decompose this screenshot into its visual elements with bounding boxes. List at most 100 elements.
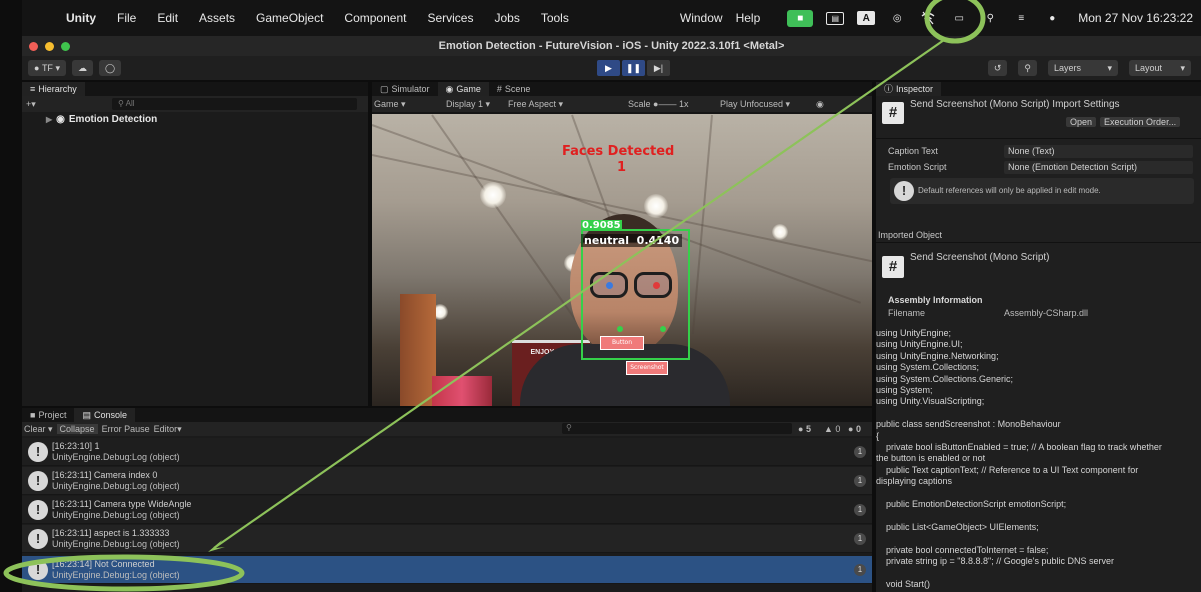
console-log-row[interactable]: ! [16:23:10] 1 UnityEngine.Debug:Log (ob…	[22, 438, 872, 466]
screenshot-button[interactable]: Screenshot	[626, 361, 668, 375]
log-count-badge: 1	[854, 504, 866, 516]
faces-detected-label: Faces Detected	[562, 144, 675, 159]
caption-text-field[interactable]: Caption Text None (Text)	[888, 144, 1193, 158]
tab-console[interactable]: ▤ Console	[74, 408, 135, 422]
bluetooth-icon[interactable]: ◎	[888, 10, 906, 27]
menu-services[interactable]: Services	[427, 11, 473, 25]
clear-button[interactable]: Clear ▾	[24, 424, 53, 435]
tab-game[interactable]: ◉ Game	[437, 82, 489, 96]
menu-assets[interactable]: Assets	[199, 11, 235, 25]
error-pause-toggle[interactable]: Error Pause	[102, 424, 150, 434]
play-controls: ▶ ❚❚ ▶|	[597, 60, 670, 76]
console-log-row[interactable]: ! [16:23:11] Camera type WideAngle Unity…	[22, 496, 872, 524]
mute-audio-icon[interactable]: ◉	[816, 99, 824, 110]
spotlight-search-icon[interactable]: ⚲	[981, 10, 999, 27]
control-center-icon[interactable]: ≡	[1012, 10, 1030, 27]
hierarchy-item-emotion-detection[interactable]: ▶ ◉ Emotion Detection	[46, 112, 157, 126]
search-icon: ⚲	[566, 423, 572, 432]
assembly-info-heading: Assembly Information	[888, 295, 983, 305]
add-object-button[interactable]: +▾	[26, 99, 36, 110]
open-button[interactable]: Open	[1066, 117, 1097, 127]
battery-icon[interactable]: ▭	[950, 10, 968, 27]
collab-icon[interactable]: ◯	[98, 60, 122, 76]
layout-dropdown[interactable]: Layout ▾	[1129, 60, 1191, 76]
console-log-row-selected[interactable]: ! [16:23:14] Not Connected UnityEngine.D…	[22, 556, 872, 584]
tab-project[interactable]: ■ Project	[22, 408, 74, 422]
ceiling-lamp	[772, 224, 788, 240]
menu-clock[interactable]: Mon 27 Nov 16:23:22	[1078, 11, 1193, 25]
console-log-row[interactable]: ! [16:23:11] aspect is 1.333333 UnityEng…	[22, 525, 872, 553]
console-panel: ■ Project ▤ Console Clear ▾ Collapse Error…	[22, 408, 872, 592]
input-source-icon[interactable]: A	[857, 11, 876, 25]
info-icon: !	[28, 471, 48, 491]
layers-dropdown[interactable]: Layers ▾	[1048, 60, 1118, 76]
play-button[interactable]: ▶	[597, 60, 620, 76]
menu-file[interactable]: File	[117, 11, 136, 25]
account-icon: ●	[34, 63, 42, 73]
camera-feed: ENJOY OUR Faces Detected 1 0.9085 neutra…	[372, 114, 872, 406]
tab-scene[interactable]: # Scene	[489, 82, 539, 96]
account-dropdown[interactable]: ● TF ▾	[28, 60, 66, 76]
menu-unity[interactable]: Unity	[66, 11, 96, 25]
menu-jobs[interactable]: Jobs	[494, 11, 519, 25]
editor-dropdown[interactable]: Editor▾	[154, 424, 182, 435]
tab-inspector[interactable]: ⓘ Inspector	[876, 82, 942, 96]
wifi-disconnected-icon[interactable]	[919, 10, 937, 27]
filename-value: Assembly-CSharp.dll	[1004, 308, 1089, 318]
menu-help[interactable]: Help	[736, 11, 761, 25]
folder-icon: ■	[30, 410, 36, 420]
search-icon[interactable]: ⚲	[1018, 60, 1037, 76]
menu-component[interactable]: Component	[344, 11, 406, 25]
warning-count-toggle[interactable]: ▲ 0	[824, 424, 840, 434]
menu-gameobject[interactable]: GameObject	[256, 11, 323, 25]
filename-label: Filename	[888, 308, 926, 318]
unity-toolbar: ● TF ▾ ☁ ◯ ▶ ❚❚ ▶| ↺ ⚲ Layers ▾ Layout ▾	[22, 56, 1201, 80]
script-file-icon: #	[882, 256, 904, 278]
camera-status-icon[interactable]: ■	[787, 9, 814, 27]
divider	[876, 138, 1201, 139]
inspector-header: Send Screenshot (Mono Script) Import Set…	[910, 99, 1120, 110]
info-icon: ⓘ	[884, 84, 894, 94]
eye-landmark	[653, 282, 660, 289]
simulator-icon: ▢	[380, 84, 389, 94]
script-file-icon: #	[882, 102, 904, 124]
tab-simulator[interactable]: ▢ Simulator	[372, 82, 438, 96]
imported-script-title: Send Screenshot (Mono Script)	[910, 252, 1050, 263]
divider	[876, 242, 1201, 243]
window-title: Emotion Detection - FutureVision - iOS -…	[438, 40, 785, 52]
display-mode-dropdown[interactable]: Game ▾	[374, 99, 446, 110]
play-mode-dropdown[interactable]: Play Unfocused ▾	[720, 99, 816, 110]
console-search-input[interactable]: ⚲	[562, 423, 792, 434]
tab-hierarchy[interactable]: ≡ Hierarchy	[22, 82, 85, 96]
info-icon: !	[28, 500, 48, 520]
help-box: ! Default references will only be applie…	[890, 178, 1194, 204]
face-score-label: 0.9085	[581, 220, 622, 231]
display-dropdown[interactable]: Display 1 ▾	[446, 99, 508, 110]
pause-button[interactable]: ❚❚	[622, 60, 645, 76]
step-button[interactable]: ▶|	[647, 60, 670, 76]
hierarchy-search-input[interactable]: ⚲ All	[112, 98, 357, 110]
expand-arrow-icon[interactable]: ▶	[46, 115, 52, 124]
emotion-script-field[interactable]: Emotion Script None (Emotion Detection S…	[888, 160, 1193, 174]
gamepad-icon: ◉	[445, 84, 454, 94]
game-button[interactable]: Button	[600, 336, 644, 350]
error-count-toggle[interactable]: ● 0	[848, 424, 861, 434]
inspector-panel: ⓘ Inspector # Send Screenshot (Mono Scrip…	[876, 82, 1201, 592]
hierarchy-icon: ≡	[30, 84, 36, 94]
mac-menu-bar: Unity File Edit Assets GameObject Compon…	[22, 0, 1201, 36]
console-log-row[interactable]: ! [16:23:11] Camera index 0 UnityEngine.…	[22, 467, 872, 495]
scale-slider[interactable]: Scale ●—— 1x	[628, 99, 720, 109]
menu-edit[interactable]: Edit	[157, 11, 178, 25]
menu-tools[interactable]: Tools	[541, 11, 569, 25]
mouth-landmark	[617, 326, 623, 332]
display-status-icon[interactable]: ▤	[826, 11, 845, 25]
menu-window[interactable]: Window	[680, 11, 723, 25]
wood-wall	[400, 294, 436, 406]
execution-order-button[interactable]: Execution Order...	[1100, 117, 1181, 127]
log-count-toggle[interactable]: ● 5	[798, 424, 811, 434]
aspect-dropdown[interactable]: Free Aspect ▾	[508, 99, 628, 110]
history-icon[interactable]: ↺	[987, 60, 1008, 76]
cloud-icon[interactable]: ☁	[71, 60, 93, 76]
collapse-toggle[interactable]: Collapse	[56, 424, 98, 434]
siri-icon[interactable]: ●	[1043, 10, 1061, 27]
